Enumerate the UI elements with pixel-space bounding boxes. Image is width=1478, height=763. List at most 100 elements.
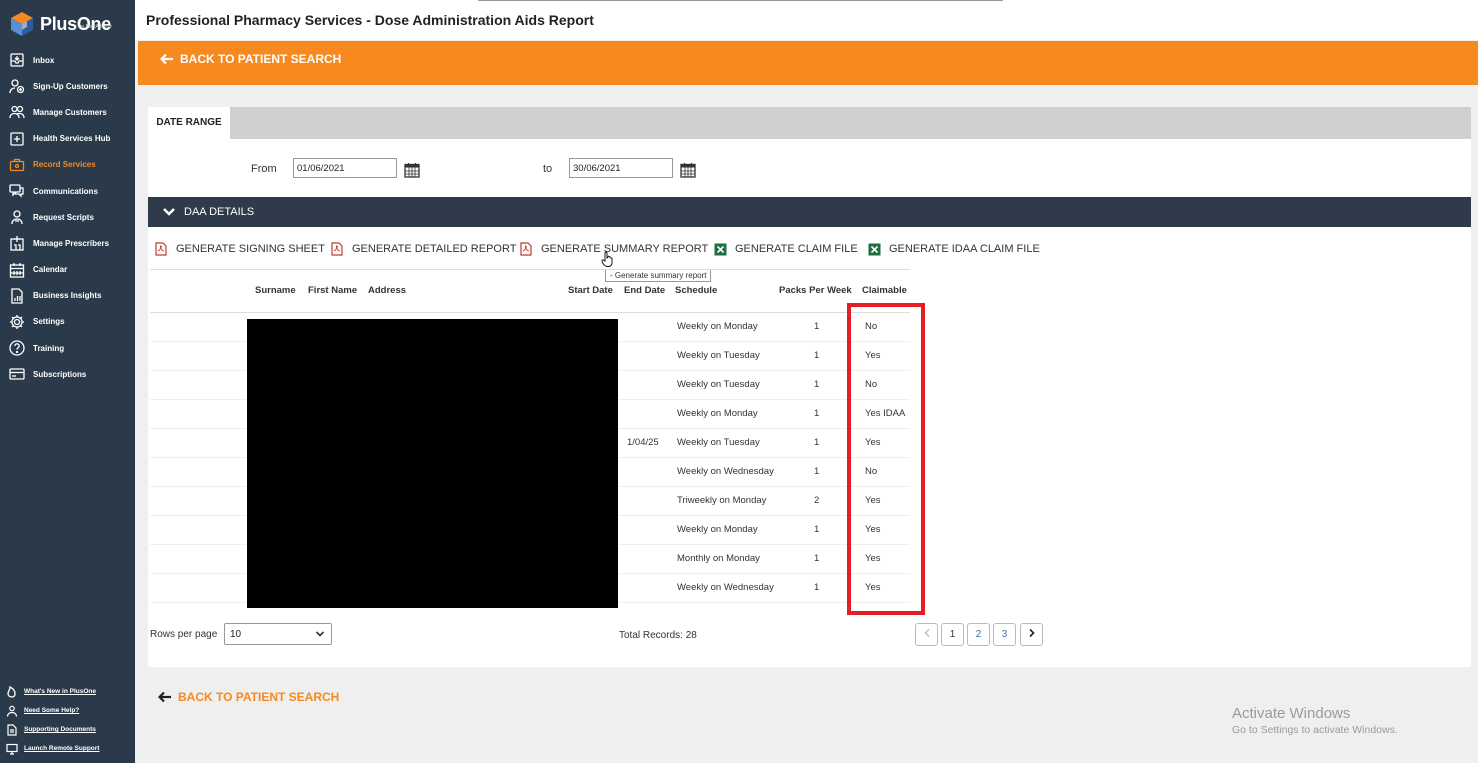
chevron-down-icon bbox=[315, 630, 325, 641]
packs-cell: 2 bbox=[814, 495, 820, 506]
claimable-cell: Yes bbox=[865, 553, 881, 564]
pdf-icon bbox=[519, 242, 533, 256]
sidebar-item-business-insights[interactable]: Business Insights bbox=[0, 283, 135, 309]
sidebar-item-communications[interactable]: Communications bbox=[0, 178, 135, 204]
generate-detailed-report-button[interactable]: GENERATE DETAILED REPORT bbox=[330, 237, 516, 261]
watermark-title: Activate Windows bbox=[1232, 705, 1351, 722]
page-2-button[interactable]: 2 bbox=[967, 623, 990, 646]
logo-subtext: by MedAdvisor bbox=[79, 24, 113, 30]
need-help-link[interactable]: Need Some Help? bbox=[0, 701, 135, 720]
page-3-button[interactable]: 3 bbox=[993, 623, 1016, 646]
claimable-cell: Yes bbox=[865, 495, 881, 506]
schedule-cell: Triweekly on Monday bbox=[677, 495, 767, 506]
claimable-cell: Yes bbox=[865, 350, 881, 361]
supporting-documents-link[interactable]: Supporting Documents bbox=[0, 720, 135, 739]
sidebar-item-calendar[interactable]: Calendar bbox=[0, 257, 135, 283]
summary-report-tooltip: - Generate summary report bbox=[605, 269, 712, 282]
logo-cube-icon bbox=[10, 11, 34, 37]
chevron-left-icon bbox=[923, 628, 931, 641]
sidebar-item-manage-prescribers[interactable]: Manage Prescribers bbox=[0, 230, 135, 256]
redacted-patient-data bbox=[247, 319, 618, 608]
back-to-patient-search-bottom-button[interactable]: BACK TO PATIENT SEARCH bbox=[158, 690, 339, 704]
pdf-icon bbox=[154, 242, 168, 256]
calendar-icon[interactable] bbox=[404, 162, 420, 178]
daa-details-header[interactable]: DAA DETAILS bbox=[148, 197, 1471, 227]
schedule-cell: Monthly on Monday bbox=[677, 553, 760, 564]
sidebar-item-label: Request Scripts bbox=[33, 212, 94, 222]
medical-icon bbox=[8, 130, 26, 148]
from-label: From bbox=[251, 163, 277, 175]
column-header-first-name[interactable]: First Name bbox=[308, 285, 357, 296]
top-bar: Professional Pharmacy Services - Dose Ad… bbox=[135, 0, 1478, 40]
packs-cell: 1 bbox=[814, 379, 820, 390]
excel-icon bbox=[867, 242, 881, 256]
sidebar-item-health-services-hub[interactable]: Health Services Hub bbox=[0, 126, 135, 152]
action-label: GENERATE SIGNING SHEET bbox=[176, 243, 325, 255]
claimable-cell: Yes bbox=[865, 582, 881, 593]
sidebar-item-subscriptions[interactable]: Subscriptions bbox=[0, 361, 135, 387]
document-icon bbox=[5, 723, 19, 737]
claimable-cell: Yes IDAA bbox=[865, 408, 906, 419]
footer-item-label: Need Some Help? bbox=[24, 707, 80, 714]
person-help-icon bbox=[5, 704, 19, 718]
sidebar-item-inbox[interactable]: Inbox bbox=[0, 47, 135, 73]
sidebar-item-label: Manage Customers bbox=[33, 107, 107, 117]
column-header-address[interactable]: Address bbox=[368, 285, 406, 296]
rows-per-page-select[interactable]: 10 bbox=[224, 623, 332, 645]
briefcase-icon bbox=[8, 156, 26, 174]
column-header-start-date[interactable]: Start Date bbox=[568, 285, 613, 296]
schedule-cell: Weekly on Tuesday bbox=[677, 437, 760, 448]
previous-page-button[interactable] bbox=[915, 623, 938, 646]
insights-icon bbox=[8, 287, 26, 305]
users-icon bbox=[8, 103, 26, 121]
sidebar-footer: What's New in PlusOne Need Some Help? Su… bbox=[0, 682, 135, 758]
sidebar-item-label: Subscriptions bbox=[33, 369, 87, 379]
sidebar-item-request-scripts[interactable]: Request Scripts bbox=[0, 204, 135, 230]
action-label: GENERATE IDAA CLAIM FILE bbox=[889, 243, 1040, 255]
packs-cell: 1 bbox=[814, 437, 820, 448]
back-to-patient-search-button[interactable]: BACK TO PATIENT SEARCH bbox=[160, 52, 341, 66]
action-label: GENERATE CLAIM FILE bbox=[735, 243, 858, 255]
sidebar-item-record-services[interactable]: Record Services bbox=[0, 152, 135, 178]
page-1-button[interactable]: 1 bbox=[941, 623, 964, 646]
launch-remote-support-link[interactable]: Launch Remote Support bbox=[0, 739, 135, 758]
sidebar-nav: Inbox Sign-Up Customers Manage Customers… bbox=[0, 47, 135, 387]
question-icon bbox=[8, 339, 26, 357]
footer-item-label: What's New in PlusOne bbox=[24, 688, 96, 695]
sidebar-item-manage-customers[interactable]: Manage Customers bbox=[0, 99, 135, 125]
sidebar-item-label: Training bbox=[33, 343, 65, 353]
table-top-border bbox=[150, 269, 910, 270]
column-header-end-date[interactable]: End Date bbox=[624, 285, 665, 296]
next-page-button[interactable] bbox=[1020, 623, 1043, 646]
claimable-cell: Yes bbox=[865, 437, 881, 448]
generate-idaa-claim-file-button[interactable]: GENERATE IDAA CLAIM FILE bbox=[867, 237, 1040, 261]
hospital-icon bbox=[8, 234, 26, 252]
generate-summary-report-button[interactable]: GENERATE SUMMARY REPORT bbox=[519, 237, 708, 261]
sidebar-item-settings[interactable]: Settings bbox=[0, 309, 135, 335]
flame-icon bbox=[5, 685, 19, 699]
sidebar-item-label: Calendar bbox=[33, 265, 68, 275]
report-card: DATE RANGE From to DAA DETAILS GENERATE … bbox=[148, 107, 1471, 667]
sidebar-item-label: Inbox bbox=[33, 55, 55, 65]
generate-signing-sheet-button[interactable]: GENERATE SIGNING SHEET bbox=[154, 237, 325, 261]
to-date-input[interactable] bbox=[569, 158, 673, 178]
whats-new-link[interactable]: What's New in PlusOne bbox=[0, 682, 135, 701]
tab-date-range[interactable]: DATE RANGE bbox=[148, 107, 230, 139]
sidebar-item-label: Manage Prescribers bbox=[33, 238, 110, 248]
calendar-icon[interactable] bbox=[680, 162, 696, 178]
column-header-packs-per-week[interactable]: Packs Per Week bbox=[779, 285, 852, 296]
chevron-right-icon bbox=[1028, 628, 1036, 641]
column-header-claimable[interactable]: Claimable bbox=[862, 285, 907, 296]
user-add-icon bbox=[8, 77, 26, 95]
card-icon bbox=[8, 365, 26, 383]
column-header-schedule[interactable]: Schedule bbox=[675, 285, 717, 296]
sidebar-item-sign-up-customers[interactable]: Sign-Up Customers bbox=[0, 73, 135, 99]
monitor-icon bbox=[5, 742, 19, 756]
schedule-cell: Weekly on Tuesday bbox=[677, 379, 760, 390]
generate-claim-file-button[interactable]: GENERATE CLAIM FILE bbox=[713, 237, 858, 261]
end-date-cell: 1/04/25 bbox=[627, 437, 659, 448]
back-label: BACK TO PATIENT SEARCH bbox=[178, 690, 340, 704]
column-header-surname[interactable]: Surname bbox=[255, 285, 296, 296]
sidebar-item-training[interactable]: Training bbox=[0, 335, 135, 361]
from-date-input[interactable] bbox=[293, 158, 397, 178]
